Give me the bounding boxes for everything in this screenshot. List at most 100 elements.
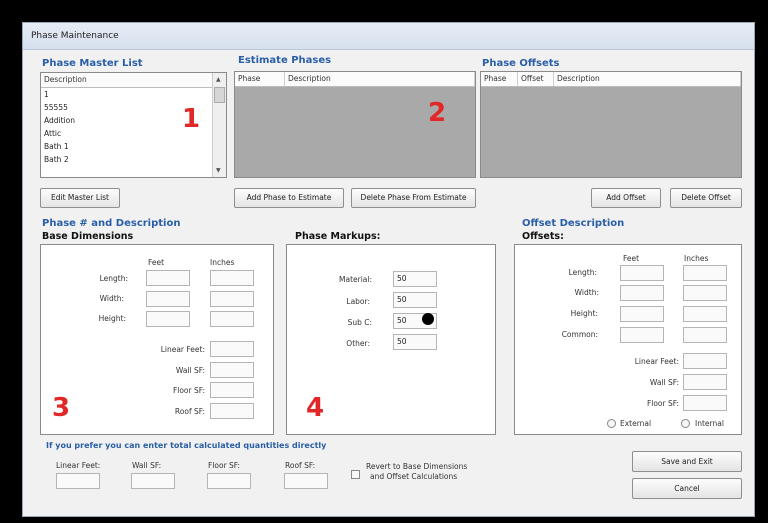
direct-wall-sf-input[interactable]: [131, 473, 175, 489]
other-label: Other:: [346, 339, 370, 348]
labor-label: Labor:: [346, 297, 370, 306]
direct-floor-sf-input[interactable]: [207, 473, 251, 489]
inches-label: Inches: [210, 258, 235, 267]
scroll-thumb[interactable]: [214, 87, 225, 103]
direct-entry-prompt: If you prefer you can enter total calcul…: [46, 441, 327, 450]
base-dimensions-heading: Base Dimensions: [42, 231, 134, 242]
roof-sf-input[interactable]: [210, 403, 254, 419]
feet-label: Feet: [148, 258, 165, 267]
offset-description-heading: Offset Description: [522, 218, 625, 229]
roof-sf-label: Roof SF:: [174, 407, 205, 416]
internal-label: Internal: [695, 419, 724, 428]
save-and-exit-button[interactable]: Save and Exit: [632, 451, 742, 472]
direct-linear-feet-label: Linear Feet:: [56, 461, 101, 470]
revert-checkbox[interactable]: [351, 470, 360, 479]
direct-roof-sf-input[interactable]: [284, 473, 328, 489]
revert-label-line1: Revert to Base Dimensions: [366, 462, 468, 471]
list-item[interactable]: Bath 1: [42, 140, 212, 153]
width-feet-input[interactable]: [146, 291, 190, 307]
wall-sf-label: Wall SF:: [175, 366, 205, 375]
phase-column-header[interactable]: Phase: [235, 72, 285, 86]
offsets-heading: Offsets:: [522, 231, 564, 242]
offset-length-label: Length:: [568, 268, 597, 277]
estimate-phases-heading: Estimate Phases: [238, 55, 332, 66]
linear-feet-label: Linear Feet:: [160, 345, 205, 354]
offset-length-feet-input[interactable]: [620, 265, 664, 281]
material-label: Material:: [339, 275, 372, 284]
phase-offsets-list[interactable]: Phase Offset Description: [480, 71, 742, 178]
direct-wall-sf-label: Wall SF:: [132, 461, 162, 470]
offset-common-feet-input[interactable]: [620, 327, 664, 343]
height-feet-input[interactable]: [146, 311, 190, 327]
estimate-phases-header: Phase Description: [235, 72, 475, 87]
labor-input[interactable]: 50: [393, 292, 437, 308]
offset-linear-feet-label: Linear Feet:: [634, 357, 679, 366]
length-feet-input[interactable]: [146, 270, 190, 286]
offset-column-header[interactable]: Offset: [518, 72, 554, 86]
cursor-dot-icon: [422, 313, 434, 325]
phase-description-heading: Phase # and Description: [42, 218, 181, 229]
list-item[interactable]: 1: [42, 88, 212, 101]
phase-markups-heading: Phase Markups:: [295, 231, 381, 242]
description-column-header[interactable]: Description: [41, 73, 212, 87]
wall-sf-input[interactable]: [210, 362, 254, 378]
linear-feet-input[interactable]: [210, 341, 254, 357]
scroll-up-icon[interactable]: ▲: [216, 76, 221, 83]
height-inches-input[interactable]: [210, 311, 254, 327]
description-column-header[interactable]: Description: [285, 72, 475, 86]
offset-height-label: Height:: [570, 309, 598, 318]
offset-length-inches-input[interactable]: [683, 265, 727, 281]
revert-label-line2: and Offset Calculations: [370, 472, 458, 481]
floor-sf-label: Floor SF:: [172, 386, 205, 395]
description-column-header[interactable]: Description: [554, 72, 741, 86]
offset-linear-feet-input[interactable]: [683, 353, 727, 369]
offset-width-feet-input[interactable]: [620, 285, 664, 301]
add-offset-button[interactable]: Add Offset: [591, 188, 661, 208]
marker-4: 4: [306, 393, 325, 423]
delete-phase-from-estimate-button[interactable]: Delete Phase From Estimate: [351, 188, 476, 208]
phase-column-header[interactable]: Phase: [481, 72, 518, 86]
marker-3: 3: [52, 393, 71, 423]
offset-wall-sf-label: Wall SF:: [649, 378, 679, 387]
add-phase-to-estimate-button[interactable]: Add Phase to Estimate: [234, 188, 344, 208]
sub-c-label: Sub C:: [347, 318, 372, 327]
internal-radio[interactable]: [681, 419, 690, 428]
offset-width-inches-input[interactable]: [683, 285, 727, 301]
offset-floor-sf-label: Floor SF:: [646, 399, 679, 408]
scroll-down-icon[interactable]: ▼: [216, 167, 221, 174]
external-radio[interactable]: [607, 419, 616, 428]
offset-floor-sf-input[interactable]: [683, 395, 727, 411]
window-title: Phase Maintenance: [31, 31, 119, 41]
width-label: Width:: [99, 294, 124, 303]
direct-linear-feet-input[interactable]: [56, 473, 100, 489]
offset-width-label: Width:: [574, 288, 599, 297]
phase-offsets-heading: Phase Offsets: [482, 58, 560, 69]
master-list-header: Description: [41, 73, 212, 88]
marker-2: 2: [428, 98, 447, 128]
offset-feet-label: Feet: [623, 254, 640, 263]
material-input[interactable]: 50: [393, 271, 437, 287]
other-input[interactable]: 50: [393, 334, 437, 350]
phase-offsets-header: Phase Offset Description: [481, 72, 741, 87]
length-inches-input[interactable]: [210, 270, 254, 286]
direct-roof-sf-label: Roof SF:: [285, 461, 316, 470]
direct-floor-sf-label: Floor SF:: [208, 461, 241, 470]
external-label: External: [620, 419, 652, 428]
offset-common-inches-input[interactable]: [683, 327, 727, 343]
offset-common-label: Common:: [561, 330, 598, 339]
offset-height-inches-input[interactable]: [683, 306, 727, 322]
offset-wall-sf-input[interactable]: [683, 374, 727, 390]
master-list-scrollbar[interactable]: ▲ ▼: [212, 73, 226, 177]
cancel-button[interactable]: Cancel: [632, 478, 742, 499]
offset-inches-label: Inches: [684, 254, 709, 263]
length-label: Length:: [99, 274, 128, 283]
master-list-heading: Phase Master List: [42, 58, 143, 69]
list-item[interactable]: Bath 2: [42, 153, 212, 166]
edit-master-list-button[interactable]: Edit Master List: [40, 188, 120, 208]
title-bar: Phase Maintenance: [23, 23, 754, 50]
offset-height-feet-input[interactable]: [620, 306, 664, 322]
marker-1: 1: [182, 104, 201, 134]
delete-offset-button[interactable]: Delete Offset: [670, 188, 742, 208]
floor-sf-input[interactable]: [210, 382, 254, 398]
width-inches-input[interactable]: [210, 291, 254, 307]
